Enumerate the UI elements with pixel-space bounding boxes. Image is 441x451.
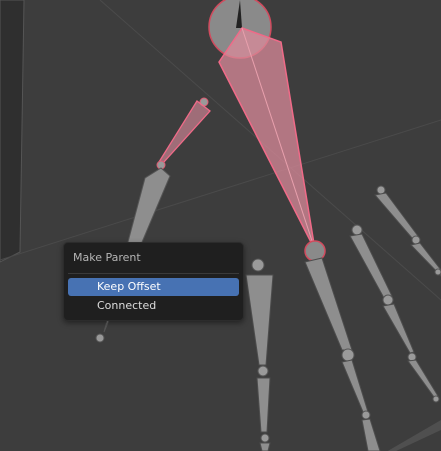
- bone-joint[interactable]: [361, 410, 371, 420]
- bone-joint[interactable]: [434, 268, 441, 276]
- viewport-background: [0, 0, 441, 451]
- bone-joint[interactable]: [257, 365, 269, 377]
- 3d-viewport[interactable]: [0, 0, 441, 451]
- bone-joint[interactable]: [260, 433, 270, 443]
- bone-joint[interactable]: [382, 294, 394, 306]
- bone-joint[interactable]: [376, 185, 386, 195]
- bone-joint[interactable]: [351, 224, 363, 236]
- bone-joint[interactable]: [251, 258, 265, 272]
- menu-item-label: Keep Offset: [97, 280, 161, 293]
- bone-joint[interactable]: [95, 333, 105, 343]
- menu-title: Make Parent: [73, 251, 141, 264]
- bone-joint[interactable]: [341, 348, 355, 362]
- menu-item-connected[interactable]: Connected: [68, 297, 239, 315]
- make-parent-menu: Make Parent Keep Offset Connected: [63, 242, 244, 321]
- bone-joint[interactable]: [432, 395, 440, 403]
- menu-item-label: Connected: [97, 299, 157, 312]
- menu-item-keep-offset[interactable]: Keep Offset: [68, 278, 239, 296]
- menu-separator: [68, 273, 239, 274]
- bone-gray[interactable]: [259, 442, 271, 451]
